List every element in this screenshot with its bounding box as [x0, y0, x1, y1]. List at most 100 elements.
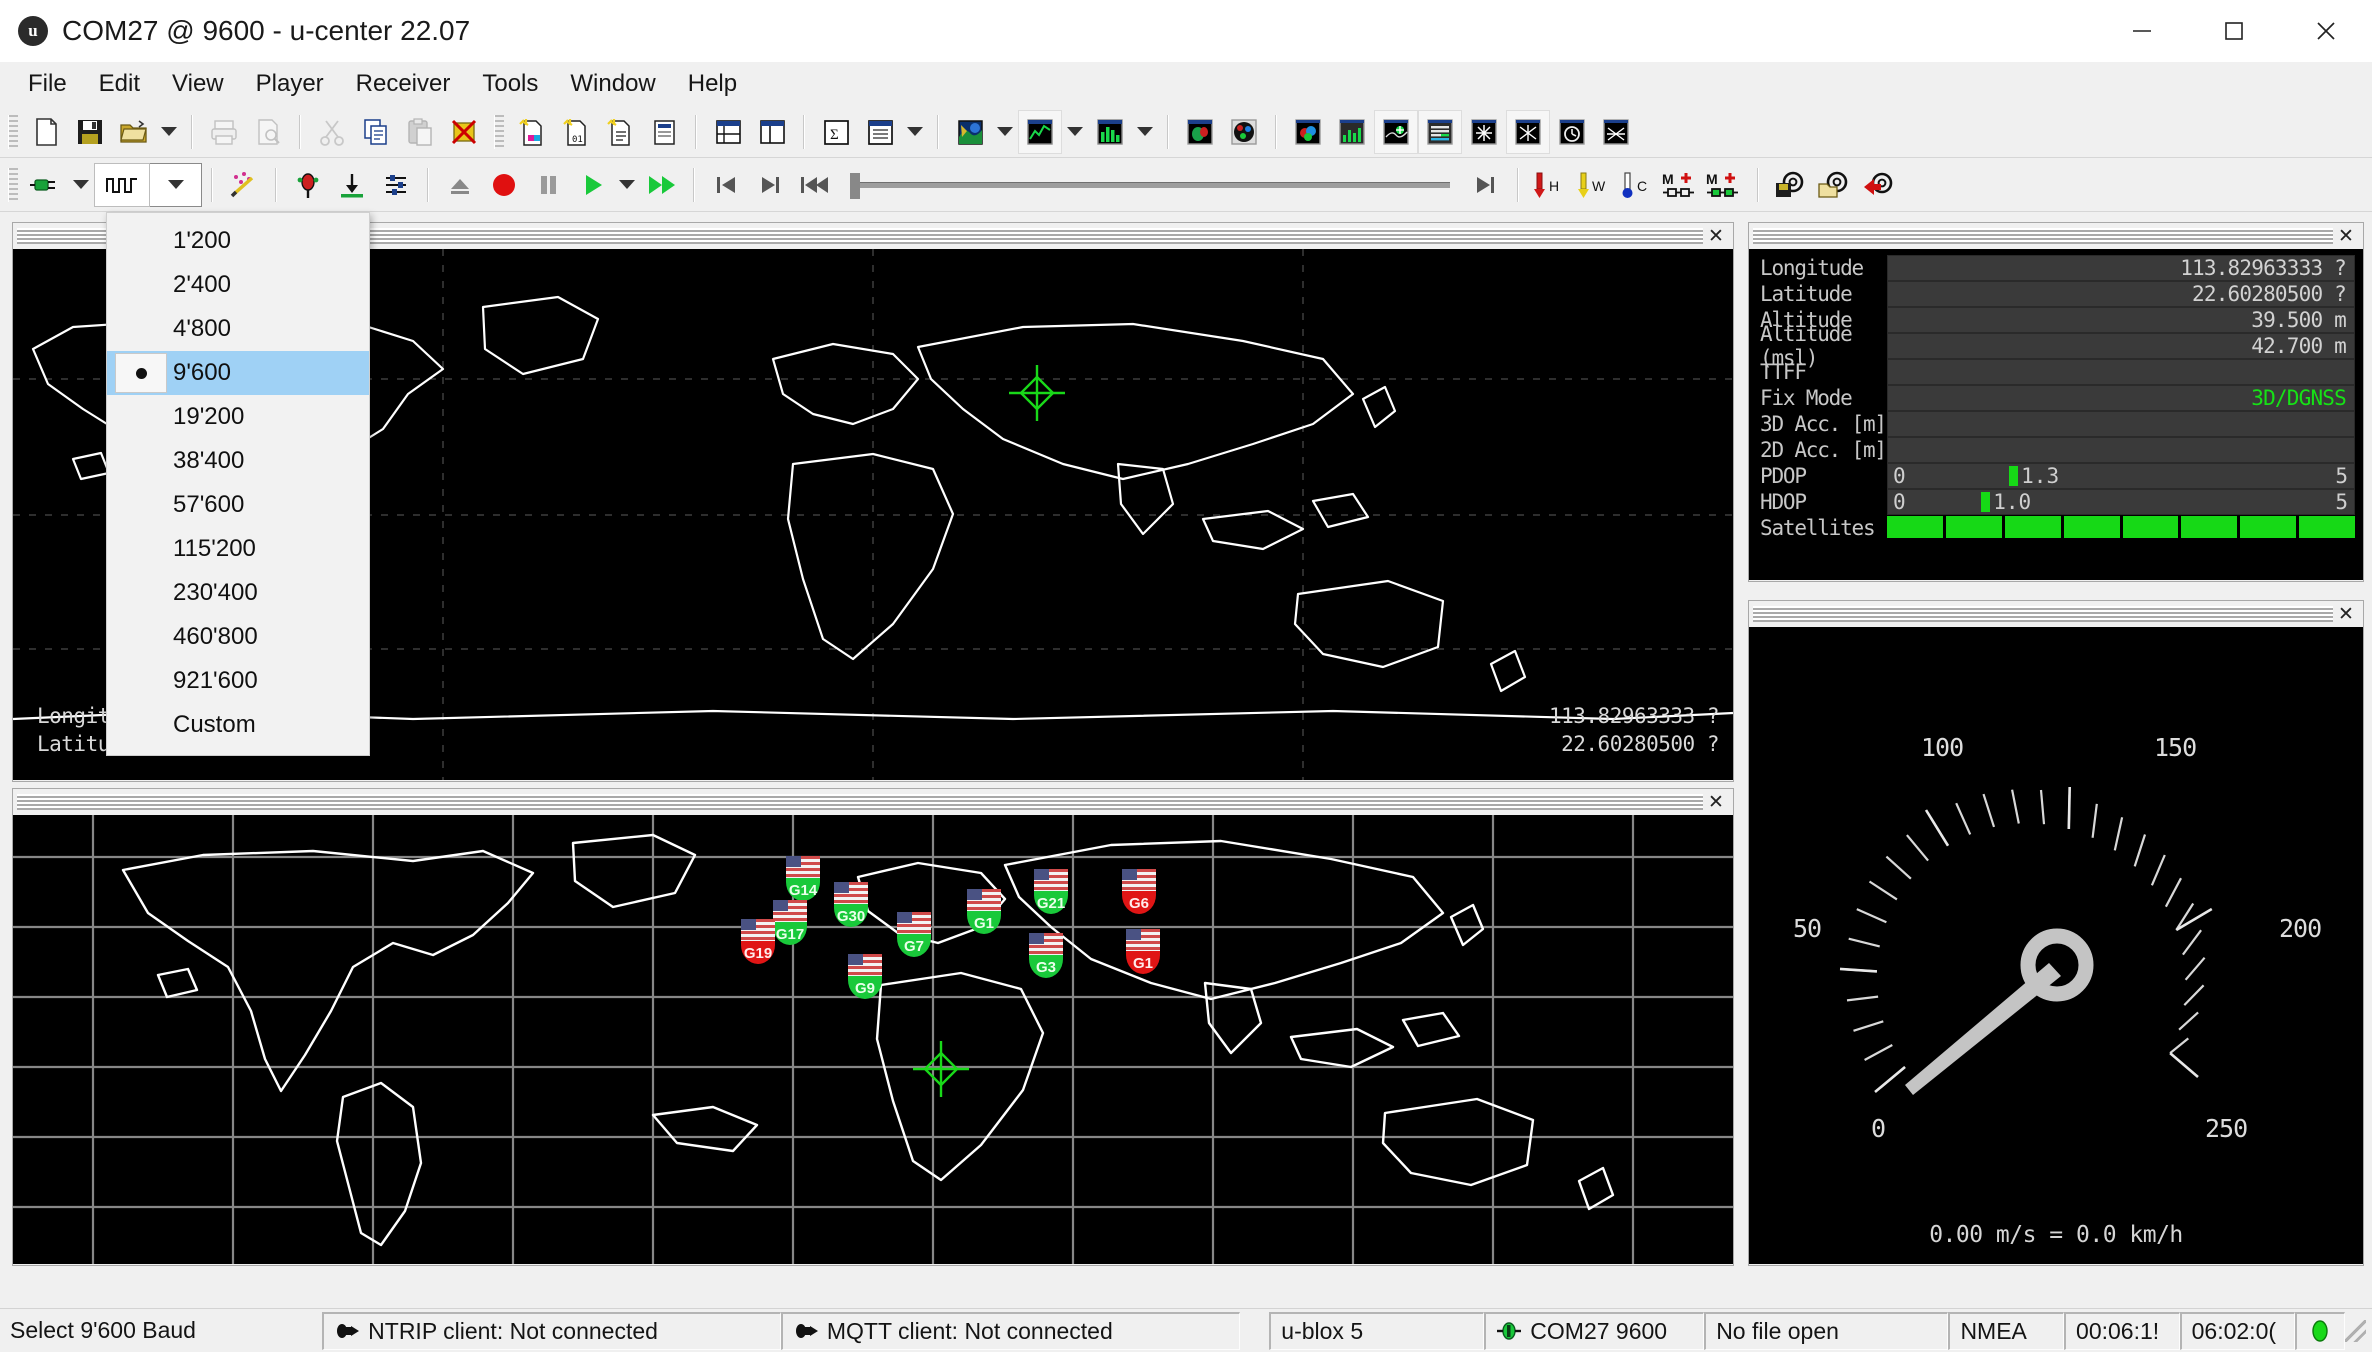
menu-file[interactable]: File: [12, 65, 83, 103]
split-horizontal-icon[interactable]: [707, 111, 749, 153]
compass-icon[interactable]: [1463, 111, 1505, 153]
deviation-map-icon[interactable]: [1287, 111, 1329, 153]
new-document-icon[interactable]: [25, 111, 67, 153]
satellite-badge-g6[interactable]: G6: [1119, 867, 1159, 914]
save-icon[interactable]: [69, 111, 111, 153]
new-config-icon[interactable]: [511, 111, 553, 153]
table-dropdown-caret[interactable]: [902, 111, 928, 153]
baud-option-921600[interactable]: 921'600: [107, 659, 369, 703]
baud-option-460800[interactable]: 460'800: [107, 615, 369, 659]
baudrate-dropdown-menu[interactable]: 1'200 2'400 4'800 9'600 19'200 38'400 57…: [106, 212, 370, 756]
play-caret[interactable]: [614, 164, 640, 206]
satellite-badge-g3[interactable]: G3: [1026, 931, 1066, 978]
status-ntrip[interactable]: NTRIP client: Not connected: [322, 1311, 781, 1350]
close-button[interactable]: [2280, 0, 2372, 62]
baud-option-9600[interactable]: 9'600: [107, 351, 369, 395]
mark-link-icon[interactable]: M: [1705, 164, 1747, 206]
satellite-badge-g30[interactable]: G30: [831, 880, 871, 927]
status-receiver[interactable]: u-blox 5: [1269, 1311, 1485, 1350]
clock-icon[interactable]: [1551, 111, 1593, 153]
eject-icon[interactable]: [439, 164, 481, 206]
data-table-icon[interactable]: [1418, 109, 1462, 154]
status-mqtt[interactable]: MQTT client: Not connected: [780, 1311, 1240, 1350]
menu-window[interactable]: Window: [554, 65, 671, 103]
signal-bars-icon[interactable]: [1331, 111, 1373, 153]
record-icon[interactable]: [483, 164, 525, 206]
menu-view[interactable]: View: [156, 65, 240, 103]
baudrate-icon[interactable]: [94, 162, 150, 207]
delete-icon[interactable]: [443, 111, 485, 153]
cut-icon[interactable]: [311, 111, 353, 153]
config-icon[interactable]: [375, 164, 417, 206]
map-pin-icon[interactable]: [1374, 109, 1418, 154]
baud-option-230400[interactable]: 230'400: [107, 571, 369, 615]
step-forward-icon[interactable]: [749, 164, 791, 206]
baudrate-combo[interactable]: [94, 162, 202, 207]
text-file-icon[interactable]: [599, 111, 641, 153]
poll-icon[interactable]: [287, 164, 329, 206]
map-view-icon[interactable]: [949, 111, 991, 153]
baud-option-1200[interactable]: 1'200: [107, 219, 369, 263]
wind-icon[interactable]: W: [1573, 164, 1615, 206]
table-view-icon[interactable]: [859, 111, 901, 153]
data-panel-close[interactable]: ✕: [2333, 225, 2359, 247]
compass-view-icon[interactable]: [1223, 111, 1265, 153]
menu-tools[interactable]: Tools: [466, 65, 554, 103]
baud-option-4800[interactable]: 4'800: [107, 307, 369, 351]
connect-caret[interactable]: [68, 164, 94, 206]
open-dropdown-caret[interactable]: [156, 111, 182, 153]
mark-add-icon[interactable]: M: [1661, 164, 1703, 206]
baudrate-caret[interactable]: [150, 162, 202, 207]
menu-player[interactable]: Player: [240, 65, 340, 103]
print-icon[interactable]: [203, 111, 245, 153]
satellite-badge-g14[interactable]: G14: [783, 854, 823, 901]
histogram-icon[interactable]: [1089, 111, 1131, 153]
copy-icon[interactable]: [355, 111, 397, 153]
autobaud-icon[interactable]: [223, 164, 265, 206]
status-port[interactable]: COM27 9600: [1484, 1311, 1705, 1350]
resize-grip[interactable]: [2344, 1319, 2366, 1342]
save-config-icon[interactable]: [1769, 164, 1811, 206]
network-icon[interactable]: [1595, 111, 1637, 153]
baud-option-19200[interactable]: 19'200: [107, 395, 369, 439]
load-config-icon[interactable]: [1813, 164, 1855, 206]
paste-icon[interactable]: [399, 111, 441, 153]
menu-help[interactable]: Help: [672, 65, 753, 103]
slider-thumb[interactable]: [850, 172, 860, 199]
pause-icon[interactable]: [527, 164, 569, 206]
progress-slider[interactable]: [850, 172, 1450, 199]
open-folder-icon[interactable]: [113, 111, 155, 153]
toolbar-grip[interactable]: [8, 114, 18, 149]
baud-option-38400[interactable]: 38'400: [107, 439, 369, 483]
split-vertical-icon[interactable]: [751, 111, 793, 153]
map-dropdown-caret[interactable]: [992, 111, 1018, 153]
map-window-top-close[interactable]: ✕: [1703, 225, 1729, 247]
connect-icon[interactable]: [25, 164, 67, 206]
baud-option-115200[interactable]: 115'200: [107, 527, 369, 571]
histogram-dropdown-caret[interactable]: [1132, 111, 1158, 153]
revert-config-icon[interactable]: [1857, 164, 1899, 206]
statistics-icon[interactable]: Σ: [815, 111, 857, 153]
satellite-badge-g21[interactable]: G21: [1031, 867, 1071, 914]
speedometer-close[interactable]: ✕: [2333, 603, 2359, 625]
map-window-bottom-titlebar[interactable]: ✕: [13, 789, 1733, 815]
chart-dropdown-caret[interactable]: [1062, 111, 1088, 153]
step-back-icon[interactable]: [705, 164, 747, 206]
speedometer-body[interactable]: 0 50 100 150 200 250 0.00 m/s = 0.0 km/h: [1749, 627, 2363, 1264]
baud-option-2400[interactable]: 2'400: [107, 263, 369, 307]
temperature-icon[interactable]: C: [1617, 164, 1659, 206]
map-window-bottom-close[interactable]: ✕: [1703, 791, 1729, 813]
baud-option-custom[interactable]: Custom: [107, 703, 369, 747]
minimize-button[interactable]: [2096, 0, 2188, 62]
print-preview-icon[interactable]: [247, 111, 289, 153]
satellite-badge-g1-edge[interactable]: G1: [1123, 927, 1163, 974]
scatter-plot-icon[interactable]: [1506, 109, 1550, 154]
download-icon[interactable]: [331, 164, 373, 206]
satellite-badge-g19[interactable]: G19: [738, 917, 778, 964]
toolbar-grip[interactable]: [494, 114, 504, 149]
map-window-bottom-canvas[interactable]: G14 G30 G17 G19 G7 G1 G21 G3 G9 G6 G1: [13, 815, 1733, 1264]
status-file[interactable]: No file open: [1704, 1311, 1949, 1350]
satellite-badge-g9[interactable]: G9: [845, 952, 885, 999]
speedometer-titlebar[interactable]: ✕: [1749, 601, 2363, 627]
chart-view-icon[interactable]: [1018, 109, 1062, 154]
